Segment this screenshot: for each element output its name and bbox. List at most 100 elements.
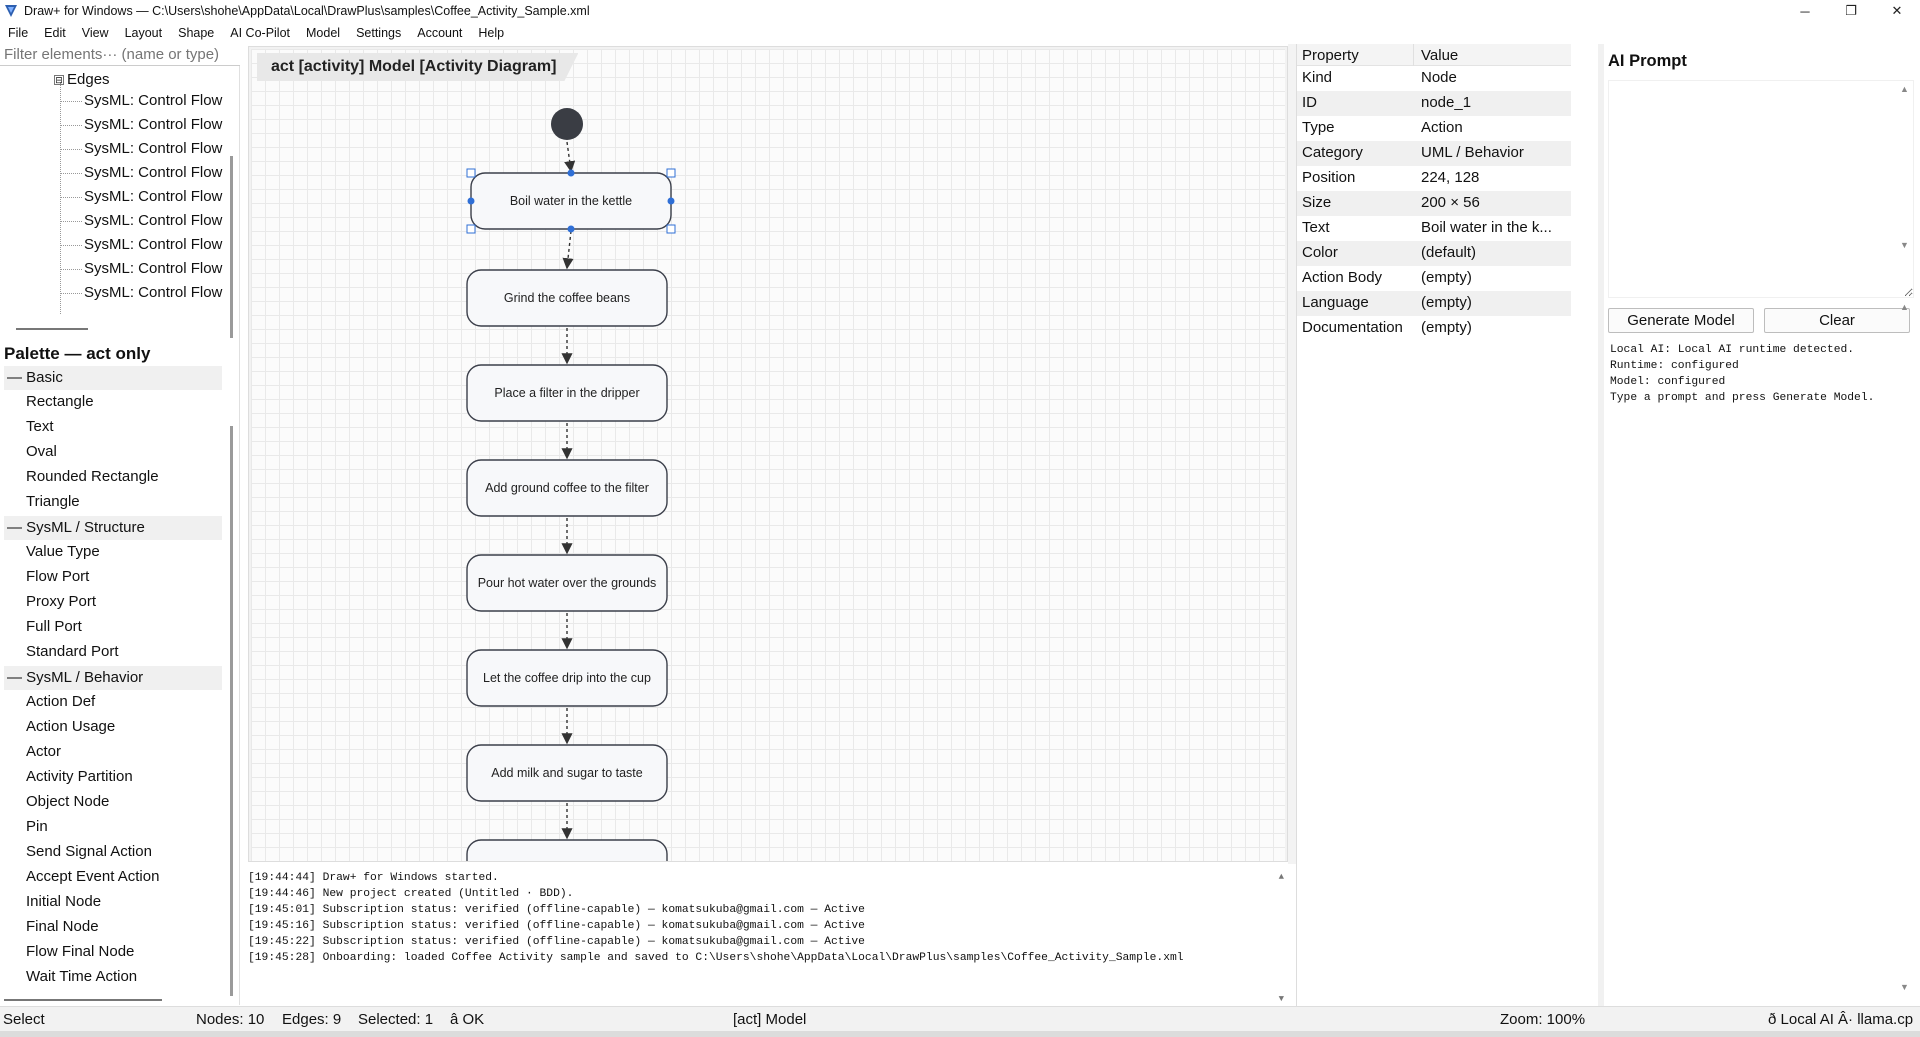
tree-horizontal-scrollbar[interactable] [16,328,88,330]
action-node[interactable]: Add milk and sugar to taste [466,744,668,802]
palette-item-standard-port[interactable]: Standard Port [26,643,119,660]
menu-file[interactable]: File [0,26,36,40]
diagram-canvas[interactable]: Boil water in the kettle Grind the coffee… [248,46,1288,862]
action-node[interactable]: Place a filter in the dripper [466,364,668,422]
menu-view[interactable]: View [74,26,117,40]
property-row-text[interactable]: Text Boil water in the k... [1297,216,1571,241]
ai-prompt-input[interactable] [1608,80,1914,298]
palette-item-wait-time-action[interactable]: Wait Time Action [26,968,137,985]
menu-model[interactable]: Model [298,26,348,40]
menu-settings[interactable]: Settings [348,26,409,40]
property-row-size[interactable]: Size 200 × 56 [1297,191,1571,216]
menu-layout[interactable]: Layout [117,26,171,40]
close-icon[interactable]: ✕ [1874,0,1920,22]
canvas-grid[interactable]: Boil water in the kettle Grind the coffee… [251,49,1285,861]
control-flow-arrow[interactable] [564,141,576,173]
tree-item-edge[interactable]: SysML: Control Flow [84,188,222,205]
action-node[interactable]: Pour hot water over the grounds [466,554,668,612]
tree-group-edges[interactable]: ⊟ Edges [54,71,110,88]
action-node[interactable]: Serve and enjoy the coffee [466,839,668,861]
control-flow-arrow[interactable] [562,230,574,270]
status-zoom[interactable]: Zoom: 100% [1500,1011,1585,1028]
action-node[interactable]: Grind the coffee beans [466,269,668,327]
maximize-icon[interactable]: ❐ [1828,0,1874,22]
connection-handle[interactable] [467,197,475,205]
tree-item-edge[interactable]: SysML: Control Flow [84,116,222,133]
scroll-down-icon[interactable]: ▼ [1900,240,1909,250]
resize-handle[interactable] [666,168,676,178]
column-divider[interactable] [1413,44,1414,66]
palette-item-actor[interactable]: Actor [26,743,61,760]
palette-item-rectangle[interactable]: Rectangle [26,393,94,410]
palette-item-action-def[interactable]: Action Def [26,693,95,710]
filter-elements-input[interactable] [0,44,240,66]
tree-branch [60,173,82,174]
initial-node[interactable] [551,108,583,140]
menu-edit[interactable]: Edit [36,26,74,40]
connection-handle[interactable] [567,169,575,177]
property-row-type[interactable]: Type Action [1297,116,1571,141]
property-row-category[interactable]: Category UML / Behavior [1297,141,1571,166]
resize-handle[interactable] [466,224,476,234]
action-node[interactable]: Let the coffee drip into the cup [466,649,668,707]
tree-item-edge[interactable]: SysML: Control Flow [84,260,222,277]
palette-item-flow-port[interactable]: Flow Port [26,568,89,585]
action-node[interactable]: Boil water in the kettle [470,172,672,230]
palette-item-object-node[interactable]: Object Node [26,793,109,810]
palette-item-flow-final-node[interactable]: Flow Final Node [26,943,134,960]
palette-item-action-usage[interactable]: Action Usage [26,718,115,735]
property-row-language[interactable]: Language (empty) [1297,291,1571,316]
palette-item-proxy-port[interactable]: Proxy Port [26,593,96,610]
property-row-color[interactable]: Color (default) [1297,241,1571,266]
palette-item-triangle[interactable]: Triangle [26,493,80,510]
property-row-id[interactable]: ID node_1 [1297,91,1571,116]
menu-account[interactable]: Account [409,26,470,40]
scroll-up-icon[interactable]: ▲ [1900,302,1909,312]
palette-item-activity-partition[interactable]: Activity Partition [26,768,133,785]
palette-item-value-type[interactable]: Value Type [26,543,100,560]
palette-item-pin[interactable]: Pin [26,818,48,835]
scroll-down-icon[interactable]: ▼ [1279,994,1284,1004]
property-row-position[interactable]: Position 224, 128 [1297,166,1571,191]
property-row-documentation[interactable]: Documentation (empty) [1297,316,1571,341]
scroll-up-icon[interactable]: ▲ [1279,872,1284,882]
palette-scrollbar[interactable] [230,426,233,996]
palette-section-sysml-behavior[interactable]: — SysML / Behavior [4,666,222,690]
action-node-shape[interactable] [466,839,668,861]
palette-item-full-port[interactable]: Full Port [26,618,82,635]
palette-section-basic[interactable]: — Basic [4,366,222,390]
palette-section-sysml-structure[interactable]: — SysML / Structure [4,516,222,540]
palette-item-rounded-rectangle[interactable]: Rounded Rectangle [26,468,159,485]
menu-ai-copilot[interactable]: AI Co-Pilot [222,26,298,40]
menu-help[interactable]: Help [470,26,512,40]
palette-item-accept-event-action[interactable]: Accept Event Action [26,868,159,885]
minimize-icon[interactable]: ─ [1782,0,1828,22]
palette-item-oval[interactable]: Oval [26,443,57,460]
resize-handle[interactable] [466,168,476,178]
palette-item-send-signal-action[interactable]: Send Signal Action [26,843,152,860]
scroll-down-icon[interactable]: ▼ [1900,982,1909,992]
tree-item-edge[interactable]: SysML: Control Flow [84,164,222,181]
property-row-action-body[interactable]: Action Body (empty) [1297,266,1571,291]
palette-horizontal-scrollbar[interactable] [4,999,162,1001]
connection-handle[interactable] [567,225,575,233]
connection-handle[interactable] [667,197,675,205]
diagram-tab[interactable]: act [activity] Model [Activity Diagram] [257,53,578,81]
property-row-kind[interactable]: Kind Node [1297,66,1571,91]
resize-handle[interactable] [666,224,676,234]
canvas-scroll-gutter [1288,44,1296,864]
collapse-icon[interactable]: ⊟ [54,75,64,85]
menu-shape[interactable]: Shape [170,26,222,40]
tree-item-edge[interactable]: SysML: Control Flow [84,212,222,229]
palette-item-final-node[interactable]: Final Node [26,918,99,935]
tree-item-edge[interactable]: SysML: Control Flow [84,236,222,253]
tree-scrollbar[interactable] [230,156,233,338]
tree-item-edge[interactable]: SysML: Control Flow [84,284,222,301]
activity-diagram[interactable]: Boil water in the kettle Grind the coffee… [251,49,1285,861]
tree-item-edge[interactable]: SysML: Control Flow [84,140,222,157]
scroll-up-icon[interactable]: ▲ [1900,84,1909,94]
action-node[interactable]: Add ground coffee to the filter [466,459,668,517]
palette-item-text[interactable]: Text [26,418,54,435]
tree-item-edge[interactable]: SysML: Control Flow [84,92,222,109]
palette-item-initial-node[interactable]: Initial Node [26,893,101,910]
